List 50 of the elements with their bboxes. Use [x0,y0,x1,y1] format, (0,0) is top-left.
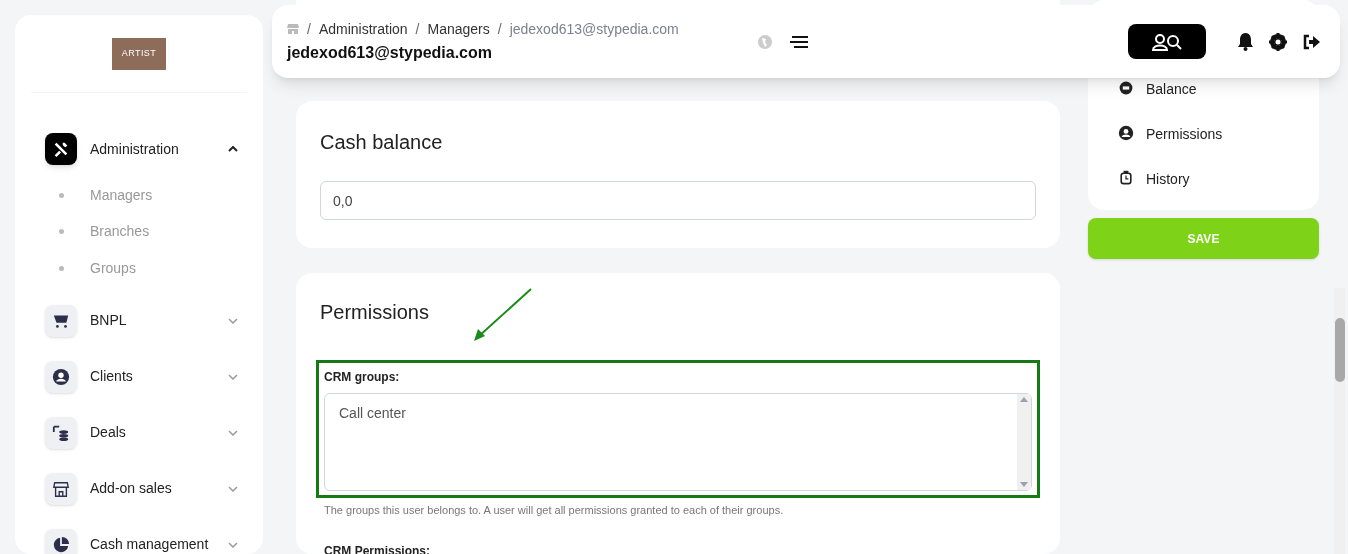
user-search-button[interactable] [1128,24,1206,59]
logo[interactable]: ARTIST [112,38,166,70]
nav-icon-tile[interactable] [45,416,77,449]
nav-icon-tile[interactable] [45,472,77,505]
breadcrumb-separator: / [497,19,502,39]
cash-balance-input[interactable]: 0,0 [320,181,1036,220]
nav-item[interactable]: Add-on sales [90,478,228,499]
bell-icon[interactable] [1237,32,1254,51]
nav-icon-tile[interactable] [45,304,77,337]
nav-icon-tile[interactable] [45,528,77,554]
section-link[interactable]: Permissions [1146,125,1223,143]
watch-icon [1118,170,1134,186]
card-title: Cash balance [320,130,444,155]
select-option[interactable]: Call center [339,403,1003,424]
store-icon [52,479,70,498]
field-label: CRM groups: [324,369,401,386]
user-icon [1118,125,1134,141]
scrollbar[interactable] [1017,394,1031,490]
breadcrumb-separator: / [415,19,420,39]
chevron-icon[interactable] [228,146,238,152]
menu-icon[interactable] [789,34,808,49]
user-icon [52,367,70,386]
card-title: Permissions [319,300,430,325]
bullet-icon [59,265,64,271]
nav-icon-tile[interactable] [45,133,77,165]
breadcrumb-link[interactable]: Administration [318,18,408,40]
nav-item[interactable]: Administration [90,138,228,160]
breadcrumb-separator: / [307,19,311,39]
nav-icon-tile[interactable] [45,360,77,393]
section-link[interactable]: Balance [1146,80,1197,98]
pie-chart-icon [52,535,70,554]
logout-icon[interactable] [1302,33,1320,50]
scrollbar-thumb[interactable] [1334,318,1345,382]
nav-item[interactable]: Cash management [90,534,228,554]
coins-icon [52,423,70,442]
wallet-icon [1118,80,1134,96]
nav-item[interactable]: Deals [90,422,228,443]
field-label: CRM Permissions: [323,542,432,554]
groups-select[interactable]: Call center [324,393,1032,491]
page-title: jedexod613@stypedia.com [287,42,493,63]
settings-icon[interactable] [1269,32,1287,51]
user-search-icon [1152,32,1182,51]
tools-icon [52,140,70,158]
nav-item[interactable]: BNPL [90,310,228,331]
section-link[interactable]: History [1146,170,1190,188]
breadcrumb-link[interactable]: Managers [427,18,490,40]
help-text: The groups this user belongs to. A user will get all permissions granted to each of their groups. [323,503,785,518]
nav-item[interactable]: Clients [90,366,228,387]
bullet-icon [59,192,64,198]
bullet-icon [59,229,64,235]
